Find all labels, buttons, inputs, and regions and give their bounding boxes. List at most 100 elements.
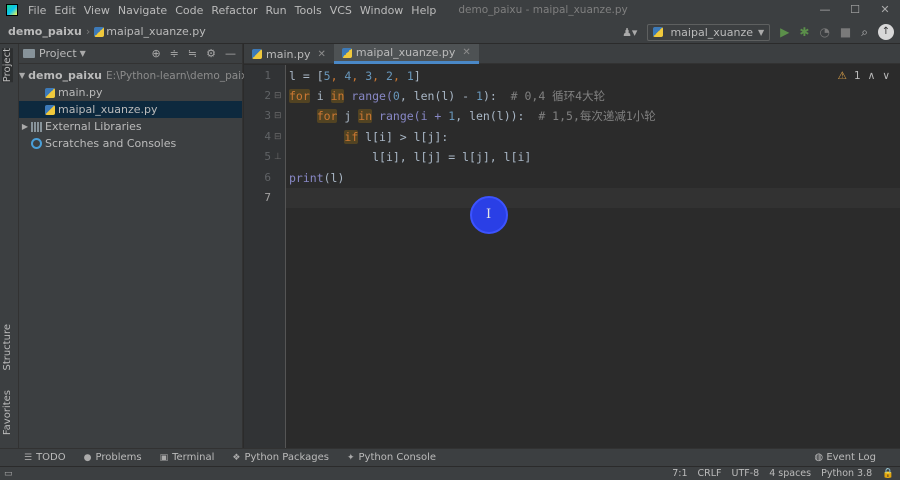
- tool-todo[interactable]: ☰ TODO: [24, 452, 66, 463]
- window-title: demo_paixu - maipal_xuanze.py: [458, 4, 628, 16]
- breadcrumb-file[interactable]: maipal_xuanze.py: [106, 25, 206, 38]
- maximize-button[interactable]: ☐: [840, 0, 870, 20]
- code-builtin: range(: [344, 89, 393, 103]
- menu-run[interactable]: Run: [262, 4, 291, 17]
- close-button[interactable]: ✕: [870, 0, 900, 20]
- code-number: 5: [323, 69, 331, 83]
- debug-icon[interactable]: ✱: [799, 25, 809, 39]
- indent-setting[interactable]: 4 spaces: [769, 467, 811, 480]
- python-interpreter[interactable]: Python 3.8: [821, 467, 872, 480]
- window-controls: — ☐ ✕: [810, 0, 900, 20]
- fold-end-icon[interactable]: ⊥: [274, 147, 282, 167]
- python-file-icon: [341, 47, 352, 58]
- update-icon[interactable]: ↑: [878, 24, 894, 40]
- code-area[interactable]: l = [5, 4, 3, 2, 1] for i in range(0, le…: [286, 65, 900, 448]
- chevron-down-icon[interactable]: ▼: [19, 71, 25, 80]
- tree-root-path: E:\Python-learn\demo_paixu: [106, 69, 254, 82]
- tool-terminal[interactable]: ▣ Terminal: [160, 452, 215, 463]
- user-icon[interactable]: ♟▾: [622, 26, 637, 39]
- tree-row-maipal-xuanze[interactable]: maipal_xuanze.py: [19, 101, 242, 118]
- tree-file-label: main.py: [58, 86, 103, 99]
- run-icon[interactable]: ▶: [780, 25, 789, 39]
- stop-icon[interactable]: ■: [840, 25, 851, 39]
- tool-window-structure[interactable]: Structure: [2, 324, 13, 371]
- expand-all-icon[interactable]: ≑: [170, 47, 179, 60]
- tree-row-main-py[interactable]: main.py: [19, 84, 242, 101]
- run-configuration-select[interactable]: maipal_xuanze ▼: [647, 23, 771, 41]
- menu-code[interactable]: Code: [171, 4, 207, 17]
- line-number: 4: [264, 130, 271, 143]
- chevron-right-icon[interactable]: ▶: [19, 122, 31, 131]
- menu-file[interactable]: File: [24, 4, 50, 17]
- locate-file-icon[interactable]: ⊕: [151, 47, 160, 60]
- code-editor[interactable]: 1 2 ⊟ 3 ⊟ 4 ⊟ 5 ⊥ 6 7 l = [5, 4, 3, 2, 1…: [244, 65, 900, 448]
- tool-label: Event Log: [826, 452, 876, 463]
- search-icon[interactable]: ⌕: [861, 25, 868, 40]
- tree-row-root[interactable]: ▼ demo_paixu E:\Python-learn\demo_paixu: [19, 67, 254, 84]
- menu-edit[interactable]: Edit: [50, 4, 79, 17]
- tree-scratches-label: Scratches and Consoles: [45, 137, 177, 150]
- event-log-icon: ◍: [814, 452, 827, 463]
- breadcrumb-separator-icon: ›: [85, 25, 91, 38]
- project-folder-icon: [23, 49, 35, 58]
- collapse-all-icon[interactable]: ≒: [188, 47, 197, 60]
- pycharm-logo-icon: [6, 4, 18, 16]
- tab-maipal-xuanze[interactable]: maipal_xuanze.py ✕: [333, 44, 479, 64]
- python-file-icon: [45, 104, 55, 115]
- tool-problems[interactable]: ● Problems: [84, 452, 142, 463]
- lock-icon[interactable]: 🔒: [882, 467, 894, 480]
- hide-panel-icon[interactable]: —: [225, 47, 236, 60]
- tool-label: Python Console: [358, 452, 437, 463]
- fold-marker-icon[interactable]: ⊟: [274, 127, 282, 147]
- tool-python-packages[interactable]: ❖ Python Packages: [232, 452, 329, 463]
- chevron-up-icon[interactable]: ∧: [868, 70, 876, 82]
- inspection-widget[interactable]: ⚠ 1 ∧ ∨: [838, 70, 890, 82]
- line-separator[interactable]: CRLF: [698, 467, 722, 480]
- coverage-icon[interactable]: ◔: [819, 25, 829, 39]
- code-line-3: for j in range(i + 1, len(l)): # 1,5,每次递…: [289, 106, 656, 126]
- tool-event-log[interactable]: ◍ Event Log: [814, 452, 876, 463]
- minimize-button[interactable]: —: [810, 0, 840, 20]
- file-encoding[interactable]: UTF-8: [732, 467, 760, 480]
- menu-vcs[interactable]: VCS: [326, 4, 356, 17]
- menu-navigate[interactable]: Navigate: [114, 4, 171, 17]
- run-configuration-label: maipal_xuanze: [670, 25, 753, 39]
- tab-main-py[interactable]: main.py ✕: [244, 44, 334, 64]
- python-file-icon: [94, 26, 105, 37]
- code-keyword: in: [358, 109, 373, 123]
- menu-refactor[interactable]: Refactor: [207, 4, 261, 17]
- warning-count: 1: [853, 70, 861, 82]
- tree-row-scratches[interactable]: Scratches and Consoles: [19, 135, 242, 152]
- python-console-icon: ✦: [346, 452, 355, 463]
- chevron-down-icon[interactable]: ∨: [882, 70, 890, 82]
- menu-help[interactable]: Help: [407, 4, 440, 17]
- tool-python-console[interactable]: ✦ Python Console: [347, 452, 436, 463]
- tool-window-project[interactable]: Project: [2, 48, 13, 83]
- caret-position[interactable]: 7:1: [672, 467, 687, 480]
- code-builtin: print: [289, 171, 324, 185]
- tree-libs-label: External Libraries: [45, 120, 142, 133]
- close-icon[interactable]: ✕: [462, 47, 470, 58]
- project-panel-title[interactable]: Project: [39, 47, 77, 60]
- warning-icon: ⚠: [837, 70, 847, 82]
- code-token: j: [337, 109, 359, 123]
- fold-marker-icon[interactable]: ⊟: [274, 86, 282, 106]
- settings-gear-icon[interactable]: ⚙: [206, 47, 216, 60]
- project-panel-tools: ⊕ ≑ ≒ ⚙ —: [151, 47, 236, 60]
- menu-window[interactable]: Window: [356, 4, 407, 17]
- tab-label: maipal_xuanze.py: [355, 46, 456, 59]
- code-comment: # 0,4 循环4大轮: [510, 89, 606, 103]
- breadcrumb-project[interactable]: demo_paixu: [0, 25, 82, 38]
- tool-window-favorites[interactable]: Favorites: [2, 390, 13, 435]
- panel-toggle-icon[interactable]: ▭: [4, 467, 13, 480]
- menu-view[interactable]: View: [80, 4, 114, 17]
- fold-marker-icon[interactable]: ⊟: [274, 106, 282, 126]
- tool-label: TODO: [36, 452, 66, 463]
- line-number: 2: [264, 89, 271, 102]
- close-icon[interactable]: ✕: [317, 49, 325, 60]
- scratches-icon: [31, 138, 42, 149]
- chevron-down-icon[interactable]: ▼: [80, 49, 86, 58]
- code-keyword: for: [316, 109, 338, 123]
- tree-row-external-libraries[interactable]: ▶ External Libraries: [19, 118, 242, 135]
- menu-tools[interactable]: Tools: [291, 4, 326, 17]
